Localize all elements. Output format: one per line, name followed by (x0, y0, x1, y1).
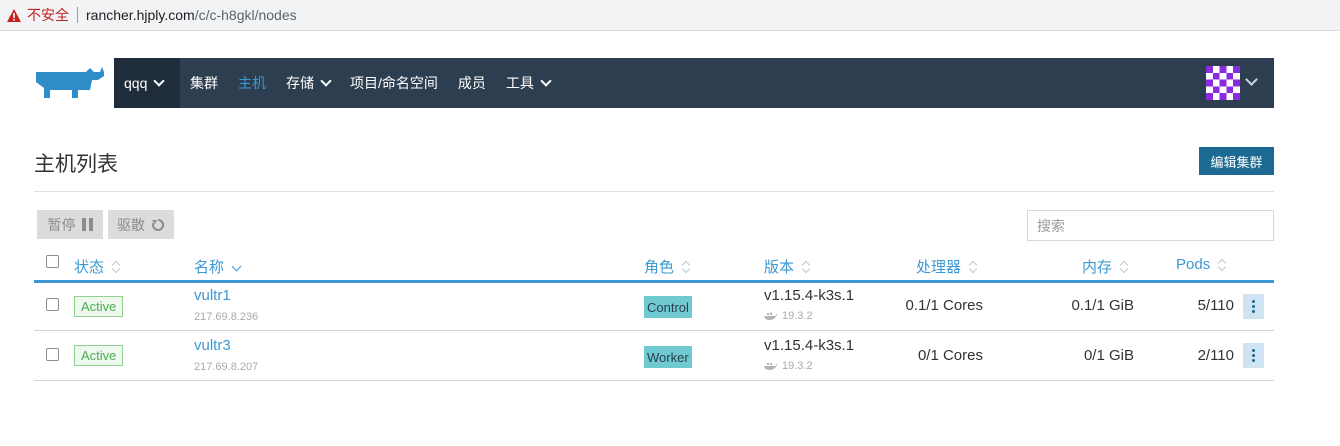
chevron-down-icon (153, 74, 166, 87)
node-name-link[interactable]: vultr1 (194, 287, 231, 304)
cluster-switcher[interactable]: qqq (114, 58, 180, 108)
page-title: 主机列表 (34, 153, 118, 176)
nav-item-clusters[interactable]: 集群 (180, 58, 228, 108)
sort-desc-icon (232, 260, 240, 274)
url-host: rancher.hjply.com (86, 7, 195, 23)
search-input[interactable] (1027, 210, 1274, 241)
header-divider (34, 191, 1274, 192)
node-memory: 0.1/1 GiB (1071, 297, 1134, 314)
drain-button[interactable]: 驱散 (108, 210, 174, 239)
node-pods: 2/110 (1197, 347, 1234, 364)
warning-icon (6, 7, 22, 23)
header-pods[interactable]: Pods (1176, 256, 1226, 273)
edit-cluster-button[interactable]: 编辑集群 (1199, 147, 1274, 175)
node-ip: 217.69.8.236 (194, 311, 259, 323)
rancher-logo[interactable] (34, 64, 106, 104)
pause-icon (81, 218, 93, 231)
sort-icon (682, 260, 690, 274)
docker-version: 19.3.2 (764, 360, 813, 372)
row-actions-button[interactable] (1243, 294, 1264, 319)
chevron-down-icon[interactable] (1245, 73, 1258, 86)
refresh-icon (151, 218, 165, 232)
row-actions-button[interactable] (1243, 343, 1264, 368)
browser-address-bar[interactable]: 不安全 rancher.hjply.com/c/c-h8gkl/nodes (0, 0, 1340, 31)
sort-icon (1120, 260, 1128, 274)
header-state[interactable]: 状态 (74, 256, 120, 277)
header-cpu[interactable]: 处理器 (916, 256, 977, 277)
header-role[interactable]: 角色 (644, 256, 690, 277)
role-badge: Control (644, 296, 692, 318)
docker-version: 19.3.2 (764, 310, 813, 322)
row-divider (34, 330, 1274, 331)
sort-icon (802, 260, 810, 274)
row-checkbox[interactable] (46, 348, 59, 361)
node-cpu: 0/1 Cores (917, 347, 983, 364)
sort-icon (1218, 258, 1226, 272)
row-checkbox[interactable] (46, 298, 59, 311)
nav-item-nodes[interactable]: 主机 (228, 58, 276, 108)
url-divider (77, 7, 78, 23)
header-version[interactable]: 版本 (764, 256, 810, 277)
nav-item-tools[interactable]: 工具 (496, 58, 560, 108)
chevron-down-icon (320, 74, 332, 87)
nav-item-projects[interactable]: 项目/命名空间 (340, 58, 448, 108)
node-cpu: 0.1/1 Cores (905, 297, 983, 314)
node-version: v1.15.4-k3s.1 (764, 287, 855, 304)
sort-icon (969, 260, 977, 274)
pause-label: 暂停 (47, 216, 76, 233)
cluster-name: qqq (124, 75, 148, 91)
table-header-border (34, 280, 1274, 283)
docker-icon (764, 312, 777, 320)
role-badge: Worker (644, 346, 692, 368)
nav-item-members[interactable]: 成员 (448, 58, 496, 108)
node-version: v1.15.4-k3s.1 (764, 337, 855, 354)
insecure-label: 不安全 (27, 7, 69, 23)
nav-item-storage[interactable]: 存储 (276, 58, 340, 108)
user-avatar[interactable] (1206, 66, 1240, 100)
header-name[interactable]: 名称 (194, 256, 240, 277)
node-pods: 5/110 (1197, 297, 1234, 314)
header-memory[interactable]: 内存 (1082, 256, 1128, 277)
drain-label: 驱散 (117, 216, 145, 233)
node-name-link[interactable]: vultr3 (194, 337, 231, 354)
chevron-down-icon (540, 74, 552, 87)
url-path: /c/c-h8gkl/nodes (194, 7, 297, 23)
top-nav: qqq 集群 主机 存储 项目/命名空间 成员 工具 (114, 58, 1274, 108)
node-ip: 217.69.8.207 (194, 361, 259, 373)
status-badge: Active (74, 296, 124, 317)
sort-icon (112, 260, 120, 274)
select-all-checkbox[interactable] (46, 255, 59, 268)
row-divider (34, 380, 1274, 381)
pause-button[interactable]: 暂停 (37, 210, 103, 239)
status-badge: Active (74, 345, 124, 366)
docker-icon (764, 363, 777, 370)
node-memory: 0/1 GiB (1083, 347, 1134, 364)
